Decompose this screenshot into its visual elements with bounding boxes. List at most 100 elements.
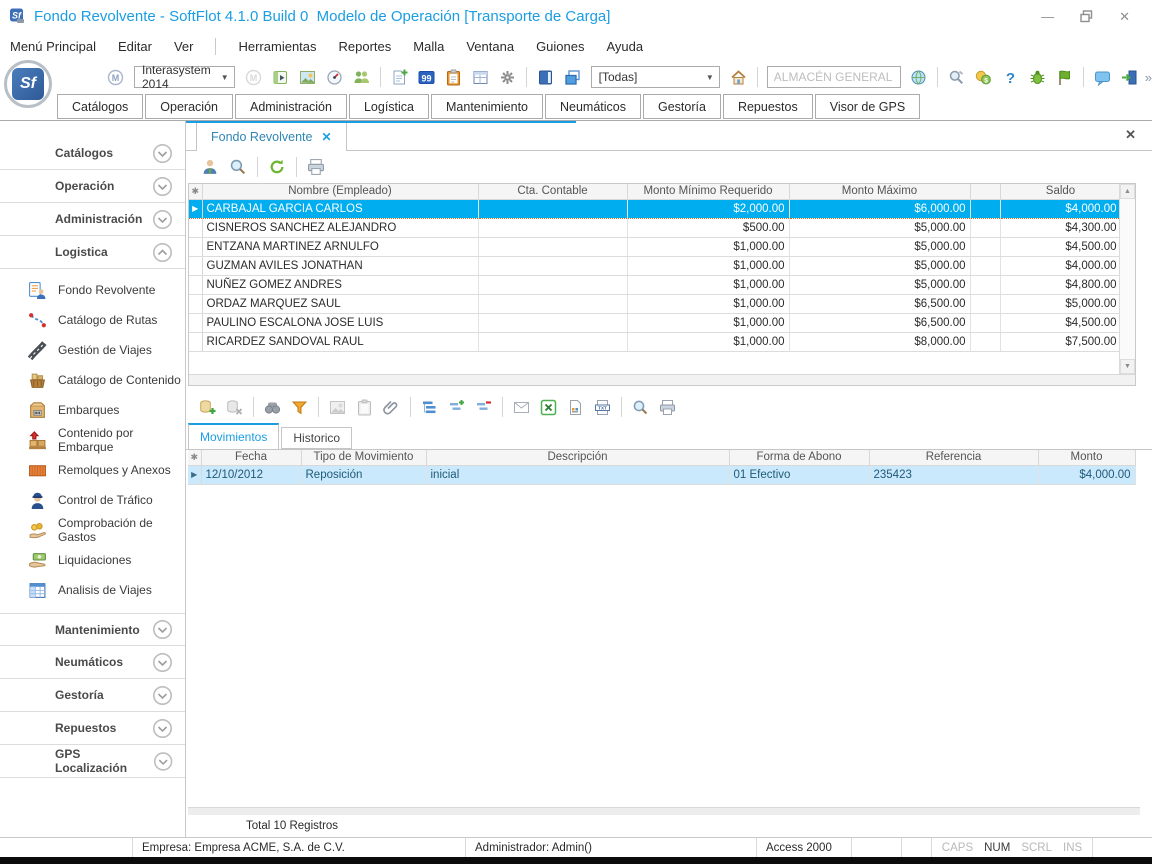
excel-export-icon[interactable] xyxy=(540,399,557,416)
table-row[interactable]: RICARDEZ SANDOVAL RAUL $1,000.00 $8,000.… xyxy=(189,332,1121,351)
currency-coins-icon[interactable]: $ xyxy=(975,69,992,86)
sidebar-item-contenido-embarque[interactable]: Contenido por Embarque xyxy=(0,425,185,455)
expand-tree-icon[interactable] xyxy=(448,399,465,416)
exit-icon[interactable] xyxy=(1121,69,1138,86)
tab-logistica[interactable]: Logística xyxy=(349,94,429,119)
tab-close-icon[interactable]: ✕ xyxy=(321,130,331,144)
sidebar-item-catalogo-contenido[interactable]: Catálogo de Contenido xyxy=(0,365,185,395)
image-icon[interactable] xyxy=(299,69,316,86)
table-row[interactable]: PAULINO ESCALONA JOSE LUIS $1,000.00 $6,… xyxy=(189,313,1121,332)
clipboard-icon[interactable] xyxy=(445,69,462,86)
tab-movimientos[interactable]: Movimientos xyxy=(188,423,279,449)
sidebar-item-comprobacion-gastos[interactable]: Comprobación de Gastos xyxy=(0,515,185,545)
zoom-icon[interactable] xyxy=(229,158,247,176)
menu-item-guiones[interactable]: Guiones xyxy=(536,39,584,54)
col-descripcion[interactable]: Descripción xyxy=(426,450,729,465)
scroll-up-icon[interactable]: ▲ xyxy=(1120,184,1135,199)
minimize-button[interactable]: — xyxy=(1041,10,1054,23)
col-nombre[interactable]: Nombre (Empleado) xyxy=(202,184,478,199)
tab-repuestos[interactable]: Repuestos xyxy=(723,94,813,119)
archive-box-icon[interactable] xyxy=(272,69,289,86)
sidebar-section-repuestos[interactable]: Repuestos xyxy=(0,712,185,745)
sidebar-section-catalogos[interactable]: Catálogos xyxy=(0,137,185,170)
menu-item-reportes[interactable]: Reportes xyxy=(339,39,392,54)
users-icon[interactable] xyxy=(353,69,370,86)
sidebar-item-control-trafico[interactable]: Control de Tráfico xyxy=(0,485,185,515)
bug-icon[interactable] xyxy=(1029,69,1046,86)
tab-neumaticos[interactable]: Neumáticos xyxy=(545,94,641,119)
tab-operacion[interactable]: Operación xyxy=(145,94,233,119)
menu-item-principal[interactable]: Menú Principal xyxy=(10,39,96,54)
number-99-icon[interactable]: 99 xyxy=(418,69,435,86)
settings-gear-icon[interactable] xyxy=(499,69,516,86)
sidebar-item-catalogo-rutas[interactable]: Catálogo de Rutas xyxy=(0,305,185,335)
menu-item-herramientas[interactable]: Herramientas xyxy=(238,39,316,54)
sidebar-item-liquidaciones[interactable]: Liquidaciones xyxy=(0,545,185,575)
vertical-scrollbar[interactable]: ▲ ▼ xyxy=(1119,184,1135,374)
tab-administracion[interactable]: Administración xyxy=(235,94,347,119)
home-icon[interactable] xyxy=(730,69,747,86)
chat-icon[interactable] xyxy=(1094,69,1111,86)
preview-icon[interactable] xyxy=(632,399,649,416)
menu-item-ver[interactable]: Ver xyxy=(174,39,194,54)
document-close-icon[interactable]: ✕ xyxy=(1125,127,1136,143)
email-icon[interactable] xyxy=(513,399,530,416)
menu-item-ayuda[interactable]: Ayuda xyxy=(606,39,643,54)
form-grid-icon[interactable] xyxy=(472,69,489,86)
tree-list-icon[interactable] xyxy=(421,399,438,416)
col-saldo[interactable]: Saldo xyxy=(1000,184,1121,199)
flag-icon[interactable] xyxy=(1056,69,1073,86)
sidebar-section-gestoria[interactable]: Gestoría xyxy=(0,679,185,712)
horizontal-scrollbar-track[interactable] xyxy=(189,374,1135,385)
tab-visor-gps[interactable]: Visor de GPS xyxy=(815,94,921,119)
scope-select[interactable]: [Todas] ▼ xyxy=(591,66,720,88)
sidebar-section-neumaticos[interactable]: Neumáticos xyxy=(0,646,185,679)
col-referencia[interactable]: Referencia xyxy=(869,450,1038,465)
collapse-tree-icon[interactable] xyxy=(475,399,492,416)
toolbar-overflow-icon[interactable]: » xyxy=(1145,70,1152,85)
close-button[interactable]: ✕ xyxy=(1119,10,1130,23)
col-cta-contable[interactable]: Cta. Contable xyxy=(478,184,627,199)
panel-book-icon[interactable] xyxy=(537,69,554,86)
scroll-down-icon[interactable]: ▼ xyxy=(1120,359,1135,374)
filter-funnel-icon[interactable] xyxy=(291,399,308,416)
table-row[interactable]: GUZMAN AVILES JONATHAN $1,000.00 $5,000.… xyxy=(189,256,1121,275)
tab-gestoria[interactable]: Gestoría xyxy=(643,94,721,119)
print-icon[interactable] xyxy=(659,399,676,416)
help-icon[interactable]: ? xyxy=(1002,69,1019,86)
menu-item-ventana[interactable]: Ventana xyxy=(466,39,514,54)
add-record-icon[interactable] xyxy=(199,399,216,416)
sidebar-item-fondo-revolvente[interactable]: Fondo Revolvente xyxy=(0,275,185,305)
sidebar-item-remolques[interactable]: Remolques y Anexos xyxy=(0,455,185,485)
tab-historico[interactable]: Historico xyxy=(281,427,352,449)
tab-catalogos[interactable]: Catálogos xyxy=(57,94,143,119)
sidebar-section-logistica[interactable]: Logistica xyxy=(0,236,185,269)
sidebar-section-operacion[interactable]: Operación xyxy=(0,170,185,203)
binoculars-icon[interactable] xyxy=(264,399,281,416)
employee-icon[interactable] xyxy=(201,158,219,176)
document-tab-fondo-revolvente[interactable]: Fondo Revolvente ✕ xyxy=(196,121,347,151)
sidebar-item-gestion-viajes[interactable]: Gestión de Viajes xyxy=(0,335,185,365)
attachment-icon[interactable] xyxy=(383,399,400,416)
refresh-icon[interactable] xyxy=(268,158,286,176)
table-row[interactable]: ENTZANA MARTINEZ ARNULFO $1,000.00 $5,00… xyxy=(189,237,1121,256)
col-monto[interactable]: Monto xyxy=(1038,450,1135,465)
sidebar-section-mantenimiento[interactable]: Mantenimiento xyxy=(0,613,185,646)
tab-mantenimiento[interactable]: Mantenimiento xyxy=(431,94,543,119)
doc-export-icon[interactable] xyxy=(567,399,584,416)
sidebar-section-gps-localizacion[interactable]: GPS Localización xyxy=(0,745,185,778)
menu-item-editar[interactable]: Editar xyxy=(118,39,152,54)
col-monto-minimo[interactable]: Monto Mínimo Requerido xyxy=(627,184,789,199)
col-forma-abono[interactable]: Forma de Abono xyxy=(729,450,869,465)
m-badge-icon[interactable]: M xyxy=(107,69,124,86)
table-row[interactable]: ▶ 12/10/2012 Reposición inicial 01 Efect… xyxy=(188,465,1135,484)
table-row[interactable]: ▶ CARBAJAL GARCIA CARLOS $2,000.00 $6,00… xyxy=(189,199,1121,218)
col-monto-maximo[interactable]: Monto Máximo xyxy=(789,184,970,199)
table-row[interactable]: ORDAZ MARQUEZ SAUL $1,000.00 $6,500.00 $… xyxy=(189,294,1121,313)
gauge-icon[interactable] xyxy=(326,69,343,86)
table-row[interactable]: CISNEROS SANCHEZ ALEJANDRO $500.00 $5,00… xyxy=(189,218,1121,237)
table-row[interactable]: NUÑEZ GOMEZ ANDRES $1,000.00 $5,000.00 $… xyxy=(189,275,1121,294)
menu-item-malla[interactable]: Malla xyxy=(413,39,444,54)
search-tool-icon[interactable] xyxy=(948,69,965,86)
col-tipo-movimiento[interactable]: Tipo de Movimiento xyxy=(301,450,426,465)
